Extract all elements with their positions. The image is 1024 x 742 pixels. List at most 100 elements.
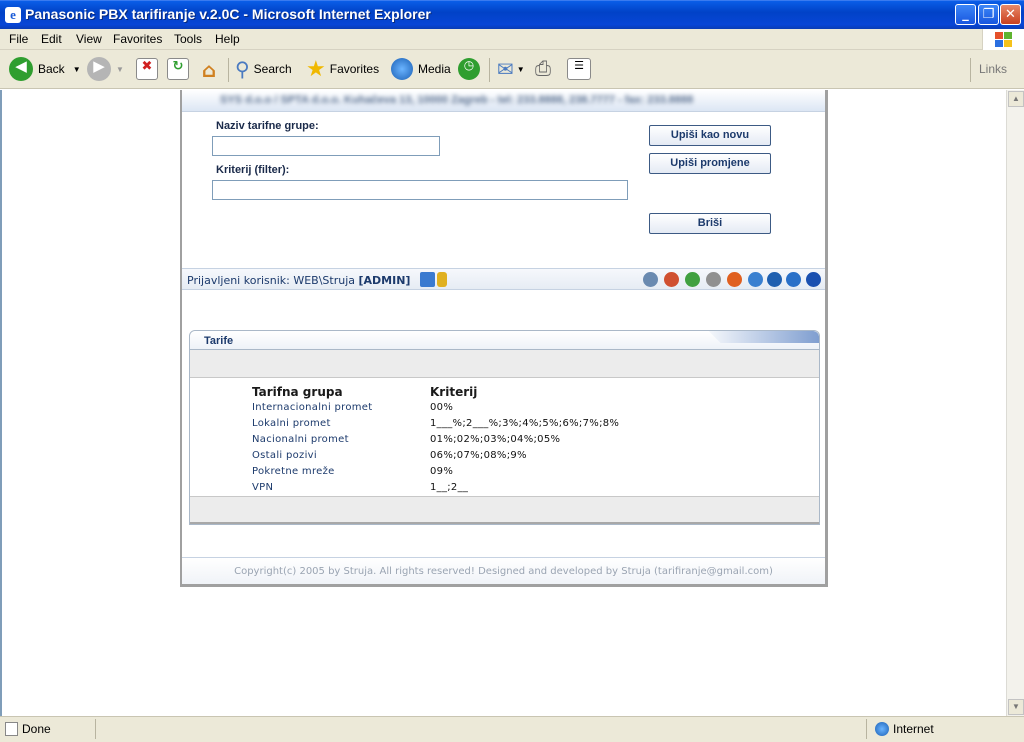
maximize-button[interactable]: ❐ [978, 4, 999, 25]
mail-button[interactable]: ✉ ▼ [497, 55, 525, 83]
database-icon[interactable] [767, 272, 782, 287]
menu-help[interactable]: Help [215, 32, 240, 46]
column-header-group: Tarifna grupa [252, 385, 343, 399]
search-icon[interactable] [643, 272, 658, 287]
status-divider [95, 719, 96, 739]
search-label: Search [253, 62, 292, 76]
table-row[interactable]: Lokalni promet 1___%;2___%;3%;4%;5%;6%;7%… [190, 418, 819, 434]
user-role: [ADMIN] [358, 274, 411, 287]
scroll-down-arrow-icon[interactable]: ▼ [1008, 699, 1024, 715]
search-button[interactable]: ⚲ Search [235, 55, 292, 83]
toolbar-separator [489, 58, 490, 82]
media-label: Media [418, 62, 451, 76]
group-cell: Nacionalni promet [252, 434, 349, 445]
history-button[interactable]: ◷ [458, 55, 480, 83]
printer-icon: ⎙ [535, 57, 551, 80]
stop-button[interactable]: ✖ [136, 55, 158, 83]
column-header-criteria: Kriterij [430, 385, 478, 399]
criteria-cell: 1__;2__ [430, 482, 469, 493]
menu-bar: File Edit View Favorites Tools Help [0, 29, 1024, 50]
criteria-cell: 06%;07%;08%;9% [430, 450, 527, 461]
key-icon[interactable] [437, 272, 447, 287]
toolbar-separator [228, 58, 229, 82]
criteria-cell: 01%;02%;03%;04%;05% [430, 434, 561, 445]
ie-app-icon: e [5, 7, 21, 23]
minimize-button[interactable]: _ [955, 4, 976, 25]
copyright-footer: Copyright(c) 2005 by Struja. All rights … [182, 557, 825, 584]
media-globe-icon [391, 58, 413, 80]
table-row[interactable]: Pokretne mreže 09% [190, 466, 819, 482]
panel-title: Tarife [204, 335, 234, 347]
table-row[interactable]: Internacionalni promet 00% [190, 402, 819, 418]
menu-favorites[interactable]: Favorites [113, 32, 162, 46]
favorites-label: Favorites [329, 62, 380, 76]
toolbar: ◀ Back ▼ ▶ ▼ ✖ ↻ ⌂ ⚲ Search ★ Favorites … [0, 50, 1024, 89]
search-icon: ⚲ [235, 58, 250, 81]
menu-view[interactable]: View [76, 32, 102, 46]
clock-icon[interactable] [727, 272, 742, 287]
toolbar-separator [970, 58, 971, 82]
logged-user-label: Prijavljeni korisnik: WEB\Struja [187, 274, 359, 287]
print-button[interactable]: ⎙ [535, 55, 551, 83]
criteria-cell: 09% [430, 466, 454, 477]
group-cell: Internacionalni promet [252, 402, 373, 413]
back-dropdown-icon[interactable]: ▼ [73, 65, 81, 74]
window-title: Panasonic PBX tarifiranje v.2.0C - Micro… [25, 6, 431, 22]
stop-icon: ✖ [136, 58, 158, 80]
group-cell: Ostali pozivi [252, 450, 317, 461]
media-button[interactable]: Media [391, 55, 451, 83]
filter-input[interactable] [212, 180, 628, 200]
title-bar: e Panasonic PBX tarifiranje v.2.0C - Mic… [0, 0, 1024, 29]
company-header-text: SYS d.o.o / SPTA d.o.o. Kuhačeva 13, 100… [220, 94, 694, 106]
group-cell: VPN [252, 482, 274, 493]
page-header: SYS d.o.o / SPTA d.o.o. Kuhačeva 13, 100… [182, 90, 825, 112]
group-name-input[interactable] [212, 136, 440, 156]
logged-user-text: Prijavljeni korisnik: WEB\Struja [ADMIN] [187, 274, 410, 287]
refresh-icon: ↻ [167, 58, 189, 80]
status-bar: Done Internet [0, 716, 1024, 742]
refresh-button[interactable]: ↻ [167, 55, 189, 83]
table-row[interactable]: Ostali pozivi 06%;07%;08%;9% [190, 450, 819, 466]
group-name-label: Naziv tarifne grupe: [216, 120, 319, 132]
menu-edit[interactable]: Edit [41, 32, 62, 46]
edit-button[interactable]: ☰ [567, 55, 591, 83]
internet-zone-globe-icon [875, 722, 889, 736]
page-icon [5, 722, 18, 736]
security-zone: Internet [893, 722, 934, 736]
home-icon[interactable] [664, 272, 679, 287]
panel-toolbar [190, 350, 819, 378]
refresh-icon[interactable] [748, 272, 763, 287]
back-button[interactable]: ◀ Back ▼ [9, 55, 81, 83]
users-icon[interactable] [685, 272, 700, 287]
help-icon[interactable] [806, 272, 821, 287]
status-divider [866, 719, 867, 739]
scroll-up-arrow-icon[interactable]: ▲ [1008, 91, 1024, 107]
menu-tools[interactable]: Tools [174, 32, 202, 46]
criteria-cell: 00% [430, 402, 454, 413]
menu-file[interactable]: File [9, 32, 28, 46]
forward-button[interactable]: ▶ ▼ [87, 55, 124, 83]
back-label: Back [38, 62, 65, 76]
mail-icon: ✉ [497, 58, 514, 81]
settings-gear-icon[interactable] [706, 272, 721, 287]
star-icon: ★ [306, 56, 326, 81]
switch-user-icon[interactable] [420, 272, 435, 287]
vertical-scrollbar[interactable]: ▲ ▼ [1006, 90, 1024, 716]
table-row[interactable]: Nacionalni promet 01%;02%;03%;04%;05% [190, 434, 819, 450]
save-changes-button[interactable]: Upiši promjene [649, 153, 771, 174]
home-button[interactable]: ⌂ [198, 55, 220, 83]
globe-icon[interactable] [786, 272, 801, 287]
forward-arrow-icon: ▶ [87, 57, 111, 81]
delete-button[interactable]: Briši [649, 213, 771, 234]
forward-dropdown-icon[interactable]: ▼ [116, 65, 124, 74]
mail-dropdown-icon[interactable]: ▼ [517, 65, 525, 74]
page-container: SYS d.o.o / SPTA d.o.o. Kuhačeva 13, 100… [180, 90, 828, 587]
save-as-new-button[interactable]: Upiši kao novu [649, 125, 771, 146]
close-button[interactable]: ✕ [1000, 4, 1021, 25]
group-cell: Lokalni promet [252, 418, 331, 429]
links-button[interactable]: Links [979, 55, 1007, 83]
status-text: Done [22, 722, 51, 736]
favorites-button[interactable]: ★ Favorites [306, 55, 379, 83]
user-bar: Prijavljeni korisnik: WEB\Struja [ADMIN] [182, 268, 825, 290]
edit-page-icon: ☰ [567, 58, 591, 80]
